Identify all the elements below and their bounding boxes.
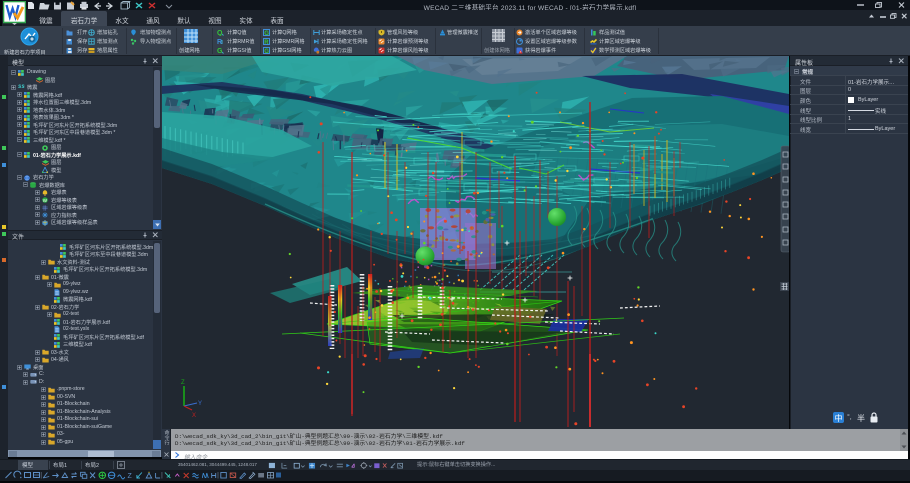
svg-text:R: R [217,39,222,45]
svg-text:X: X [192,413,196,419]
svg-text:Y: Y [198,401,202,407]
svg-text:G: G [264,49,269,54]
svg-text:R: R [264,40,269,45]
svg-text:G: G [264,31,269,36]
svg-text:Z: Z [128,473,133,480]
svg-text:Q: Q [217,30,223,36]
svg-text:Z: Z [181,380,185,386]
svg-text:G: G [217,48,223,54]
svg-text:W: W [43,198,48,203]
